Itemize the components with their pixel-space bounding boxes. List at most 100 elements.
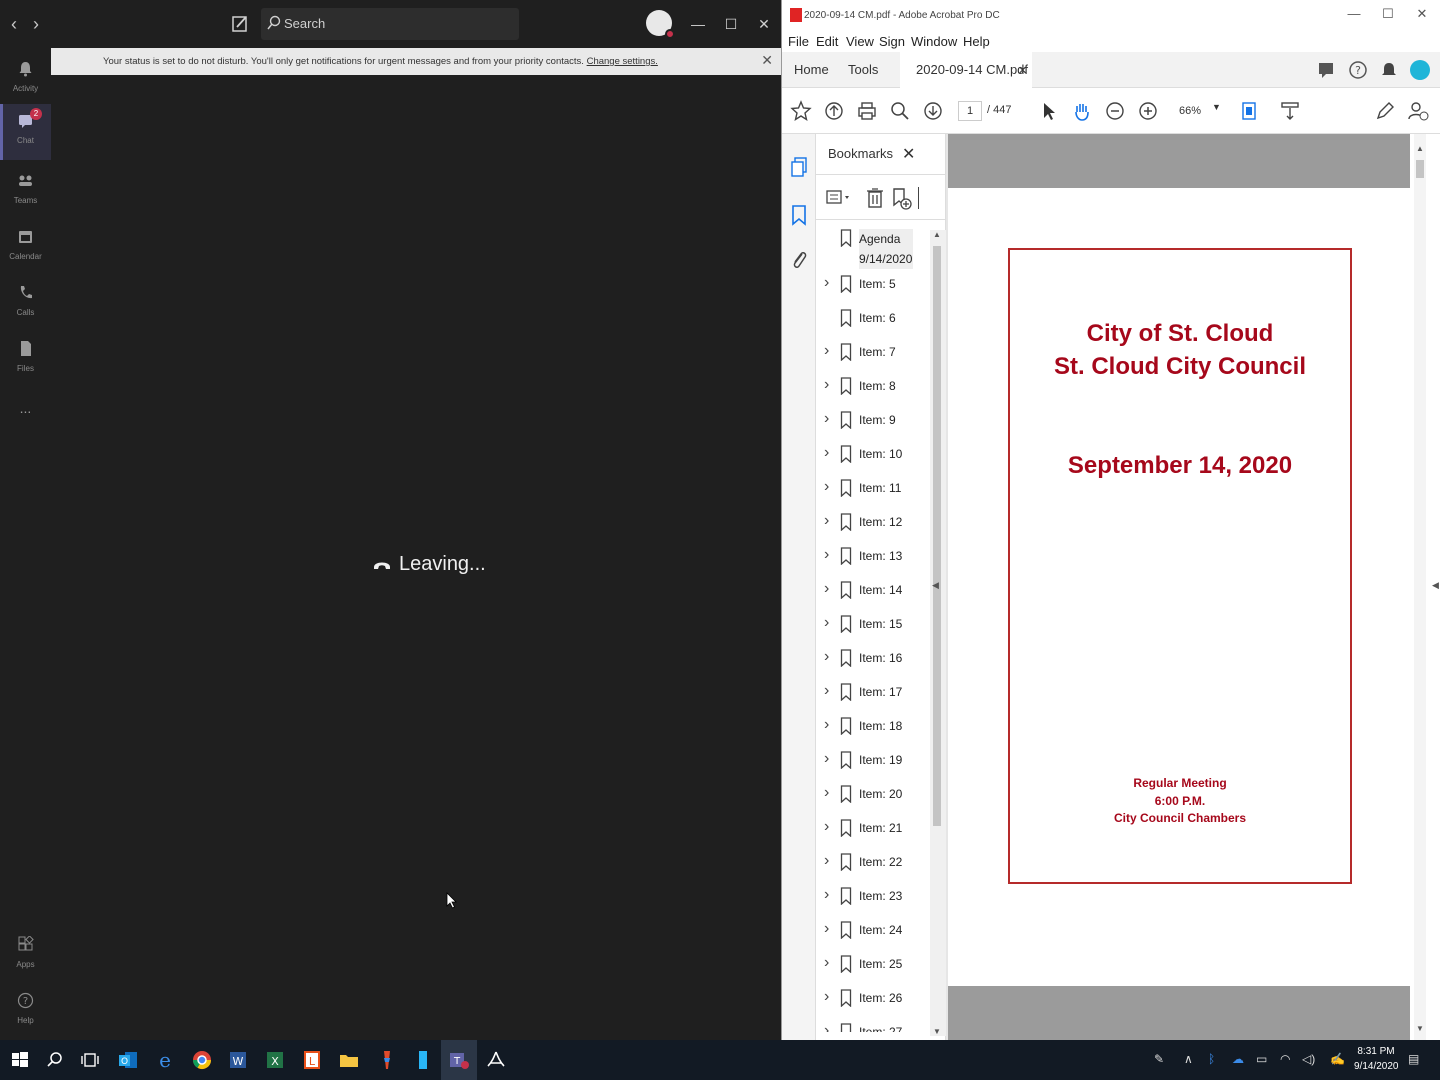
scroll-up-icon[interactable]: ▲ xyxy=(933,230,941,239)
bookmark-item[interactable]: › Item: 13 xyxy=(816,540,930,574)
tab-tools[interactable]: Tools xyxy=(848,62,878,77)
pdf-page[interactable]: City of St. Cloud St. Cloud City Council… xyxy=(948,188,1410,986)
change-settings-link[interactable]: Change settings. xyxy=(587,56,658,67)
menu-edit[interactable]: Edit xyxy=(816,34,838,49)
bookmark-item[interactable]: › Item: 5 xyxy=(816,268,930,302)
chrome-icon[interactable] xyxy=(190,1048,214,1072)
tab-home[interactable]: Home xyxy=(794,62,829,77)
wifi-icon[interactable]: ◠ xyxy=(1280,1052,1290,1066)
compose-icon[interactable] xyxy=(228,12,252,36)
chevron-right-icon[interactable]: › xyxy=(824,512,829,530)
avatar[interactable] xyxy=(646,10,675,39)
volume-icon[interactable]: ◁) xyxy=(1302,1052,1315,1066)
show-hidden-icon[interactable]: ∧ xyxy=(1184,1052,1193,1066)
bluetooth-icon[interactable]: ᛒ xyxy=(1208,1052,1215,1066)
chevron-right-icon[interactable]: › xyxy=(824,716,829,734)
bookmark-item[interactable]: › Item: 23 xyxy=(816,880,930,914)
bookmark-panel-icon[interactable] xyxy=(791,204,807,226)
close-button[interactable]: ✕ xyxy=(752,12,776,36)
clock[interactable]: 8:31 PM 9/14/2020 xyxy=(1354,1044,1399,1074)
chevron-right-icon[interactable]: › xyxy=(824,580,829,598)
search-icon[interactable] xyxy=(43,1048,67,1072)
notifications-icon[interactable]: ▤ xyxy=(1408,1052,1419,1066)
close-button[interactable]: ✕ xyxy=(1410,6,1434,22)
paperclip-icon[interactable] xyxy=(790,248,808,272)
scroll-mode-icon[interactable] xyxy=(1279,100,1301,122)
bookmark-item[interactable]: › Item: 18 xyxy=(816,710,930,744)
excel-icon[interactable]: X xyxy=(263,1048,287,1072)
bookmark-item[interactable]: › Item: 27 xyxy=(816,1016,930,1032)
rail-apps[interactable]: Apps xyxy=(0,928,51,980)
scroll-up-icon[interactable]: ▲ xyxy=(1416,144,1424,153)
back-arrow-icon[interactable]: ‹ xyxy=(4,12,24,36)
document-scrollbar[interactable]: ▲ ◀ ▼ xyxy=(1410,134,1440,1040)
bookmark-item[interactable]: › Item: 16 xyxy=(816,642,930,676)
edge-icon[interactable]: e xyxy=(153,1048,177,1072)
bookmark-item[interactable]: › Item: 24 xyxy=(816,914,930,948)
bookmark-item[interactable]: › Item: 25 xyxy=(816,948,930,982)
minimize-button[interactable]: — xyxy=(1342,6,1366,21)
app-blue-icon[interactable] xyxy=(411,1048,435,1072)
chevron-right-icon[interactable]: › xyxy=(824,818,829,836)
bookmark-item[interactable]: › Item: 17 xyxy=(816,676,930,710)
chevron-right-icon[interactable]: › xyxy=(824,852,829,870)
pen-ink-icon[interactable]: ✍ xyxy=(1330,1052,1345,1066)
bookmark-item[interactable]: › Item: 12 xyxy=(816,506,930,540)
scroll-down-icon[interactable]: ▼ xyxy=(1416,1024,1424,1033)
task-view-icon[interactable] xyxy=(78,1048,102,1072)
zoom-search-icon[interactable] xyxy=(889,100,911,122)
bookmark-item[interactable]: › Item: 10 xyxy=(816,438,930,472)
pages-icon[interactable] xyxy=(790,156,808,178)
page-fit-icon[interactable] xyxy=(1239,100,1261,122)
chevron-right-icon[interactable]: › xyxy=(824,444,829,462)
chevron-right-icon[interactable]: › xyxy=(824,1022,829,1032)
page-number-input[interactable]: 1 xyxy=(958,101,982,121)
expand-panel-icon[interactable]: ◀ xyxy=(1432,580,1439,591)
zoom-out-icon[interactable] xyxy=(1104,100,1126,122)
chevron-right-icon[interactable]: › xyxy=(824,648,829,666)
menu-window[interactable]: Window xyxy=(911,34,957,49)
tab-document[interactable]: 2020-09-14 CM.pdf ✕ xyxy=(900,52,1032,88)
star-icon[interactable] xyxy=(790,100,812,122)
new-bookmark-icon[interactable] xyxy=(892,187,912,211)
delete-icon[interactable] xyxy=(866,187,884,209)
collapse-panel-icon[interactable]: ◀ xyxy=(932,580,939,591)
chevron-right-icon[interactable]: › xyxy=(824,478,829,496)
bookmark-item[interactable]: › Item: 26 xyxy=(816,982,930,1016)
chevron-right-icon[interactable]: › xyxy=(824,886,829,904)
menu-help[interactable]: Help xyxy=(963,34,990,49)
bookmark-item[interactable]: › Item: 11 xyxy=(816,472,930,506)
bookmark-item[interactable]: › Item: 9 xyxy=(816,404,930,438)
menu-sign[interactable]: Sign xyxy=(879,34,905,49)
pen-tray-icon[interactable]: ✎ xyxy=(1154,1052,1164,1066)
page-down-icon[interactable] xyxy=(922,100,944,122)
chevron-right-icon[interactable]: › xyxy=(824,410,829,428)
bookmark-item[interactable]: › Item: 15 xyxy=(816,608,930,642)
bookmarks-close-icon[interactable]: ✕ xyxy=(902,144,915,164)
rail-calls[interactable]: Calls xyxy=(0,276,51,328)
minimize-button[interactable]: — xyxy=(686,12,710,36)
network-adapter-icon[interactable]: ▭ xyxy=(1256,1052,1267,1066)
rail-more[interactable]: ... xyxy=(0,388,51,440)
select-arrow-icon[interactable] xyxy=(1038,100,1060,122)
sign-pen-icon[interactable] xyxy=(1374,100,1396,122)
forward-arrow-icon[interactable]: › xyxy=(26,12,46,36)
bookmark-item[interactable]: › Item: 7 xyxy=(816,336,930,370)
scroll-thumb[interactable] xyxy=(933,246,941,826)
zoom-in-icon[interactable] xyxy=(1137,100,1159,122)
tab-close-icon[interactable]: ✕ xyxy=(1018,64,1027,77)
outlook-icon[interactable]: O xyxy=(116,1048,140,1072)
bookmark-item[interactable]: › Item: 14 xyxy=(816,574,930,608)
bookmark-item[interactable]: › Item: 21 xyxy=(816,812,930,846)
app-pen-icon[interactable] xyxy=(374,1048,398,1072)
bell-icon[interactable] xyxy=(1379,60,1399,80)
user-avatar-icon[interactable] xyxy=(1410,60,1430,80)
search-input[interactable]: Search xyxy=(261,8,519,40)
help-icon[interactable]: ? xyxy=(1348,60,1368,80)
file-explorer-icon[interactable] xyxy=(337,1048,361,1072)
chevron-right-icon[interactable]: › xyxy=(824,954,829,972)
rail-teams[interactable]: Teams xyxy=(0,164,51,216)
comment-icon[interactable] xyxy=(1316,60,1336,80)
chevron-right-icon[interactable]: › xyxy=(824,750,829,768)
add-user-icon[interactable] xyxy=(1407,100,1429,122)
